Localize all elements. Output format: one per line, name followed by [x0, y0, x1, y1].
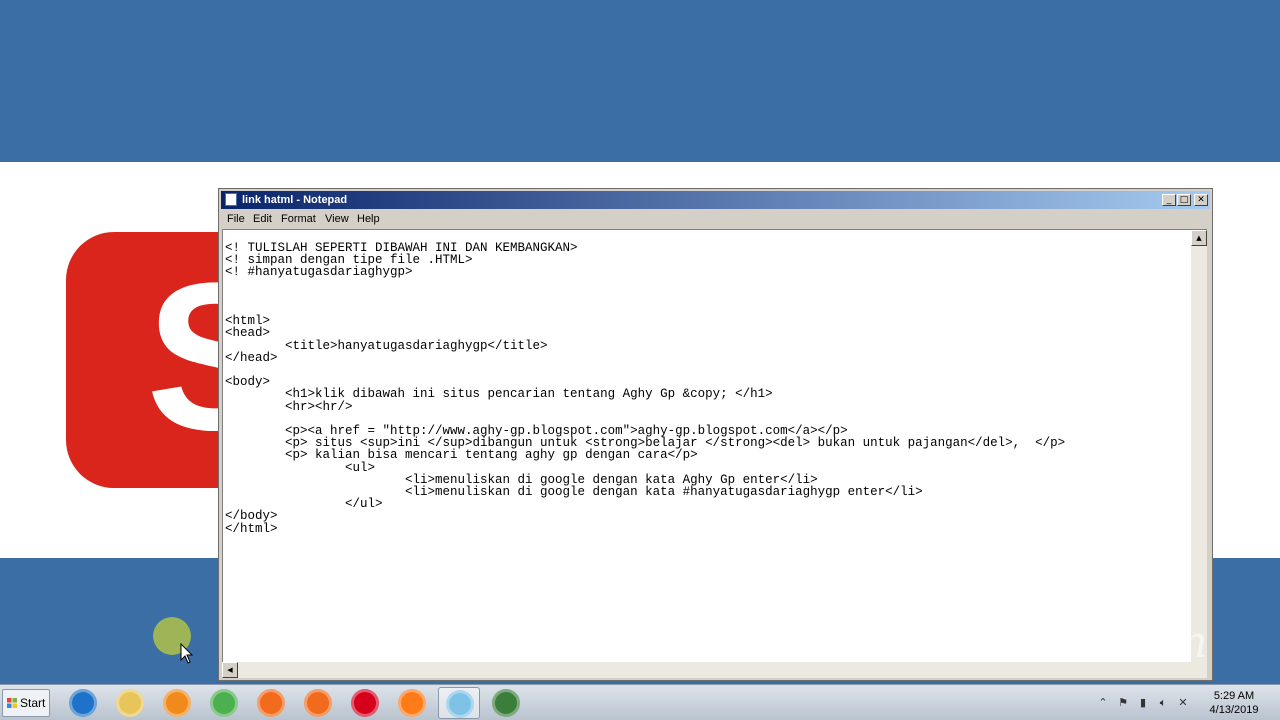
file-explorer-taskbar-button[interactable] — [109, 687, 151, 719]
editor-content[interactable]: <! TULISLAH SEPERTI DIBAWAH INI DAN KEMB… — [225, 242, 1065, 535]
menu-file[interactable]: File — [227, 212, 245, 226]
notepad-window: link hatml - Notepad _ □ ✕ File Edit For… — [218, 188, 1213, 681]
window-title: link hatml - Notepad — [242, 194, 348, 206]
chrome-taskbar-button[interactable] — [203, 687, 245, 719]
menu-bar: File Edit Format View Help — [221, 210, 1210, 228]
firefox-taskbar-button[interactable] — [391, 687, 433, 719]
media-player-taskbar-button[interactable] — [156, 687, 198, 719]
close-button[interactable]: ✕ — [1194, 194, 1208, 206]
notepad-icon — [446, 690, 474, 718]
text-editor[interactable]: <! TULISLAH SEPERTI DIBAWAH INI DAN KEMB… — [222, 229, 1207, 662]
taskbar: Start ⌃ ⚑ ▮ 🔈︎ ✕ 5:29 AM 4/13/2019 — [0, 684, 1280, 720]
chrome-icon — [210, 689, 238, 717]
firefox-icon — [398, 689, 426, 717]
power-icon[interactable]: ▮ — [1136, 696, 1150, 710]
mouse-pointer-icon — [180, 643, 194, 664]
menu-view[interactable]: View — [325, 212, 349, 226]
system-tray: ⌃ ⚑ ▮ 🔈︎ ✕ 5:29 AM 4/13/2019 — [1094, 687, 1280, 719]
menu-edit[interactable]: Edit — [253, 212, 272, 226]
screenshot-taskbar-button[interactable] — [297, 687, 339, 719]
file-explorer-icon — [116, 689, 144, 717]
menu-help[interactable]: Help — [357, 212, 380, 226]
windows-flag-icon — [7, 698, 17, 708]
clock-time: 5:29 AM — [1213, 690, 1255, 702]
start-label: Start — [20, 696, 46, 710]
show-hidden-icons-icon[interactable]: ⌃ — [1096, 696, 1110, 710]
action-center-icon[interactable]: ⚑ — [1116, 696, 1130, 710]
internet-explorer-taskbar-button[interactable] — [62, 687, 104, 719]
watermark: Icecream — [1000, 617, 1208, 668]
clock[interactable]: 5:29 AM 4/13/2019 — [1204, 689, 1264, 717]
internet-explorer-icon — [69, 689, 97, 717]
scroll-up-icon[interactable]: ▲ — [1191, 230, 1207, 246]
screen-recorder-icon — [257, 689, 285, 717]
opera-icon — [351, 689, 379, 717]
minimize-button[interactable]: _ — [1162, 194, 1176, 206]
screen-recorder-taskbar-button[interactable] — [250, 687, 292, 719]
start-button[interactable]: Start — [2, 689, 50, 717]
opera-taskbar-button[interactable] — [344, 687, 386, 719]
volume-icon[interactable]: 🔈︎ — [1156, 696, 1170, 710]
scroll-left-icon[interactable]: ◀ — [222, 662, 238, 678]
menu-format[interactable]: Format — [281, 212, 316, 226]
maximize-button[interactable]: □ — [1177, 194, 1191, 206]
vertical-scrollbar[interactable]: ▲ — [1191, 230, 1207, 662]
notepad-icon — [225, 193, 237, 206]
notepad-taskbar-button[interactable] — [438, 687, 480, 719]
clock-date: 4/13/2019 — [1209, 704, 1259, 716]
network-icon[interactable]: ✕ — [1176, 696, 1190, 710]
title-bar[interactable]: link hatml - Notepad _ □ ✕ — [221, 191, 1210, 209]
network-tool-icon — [492, 689, 520, 717]
screenshot-icon — [304, 689, 332, 717]
slide-header-band — [0, 0, 1280, 162]
media-player-icon — [163, 689, 191, 717]
network-tool-taskbar-button[interactable] — [485, 687, 527, 719]
